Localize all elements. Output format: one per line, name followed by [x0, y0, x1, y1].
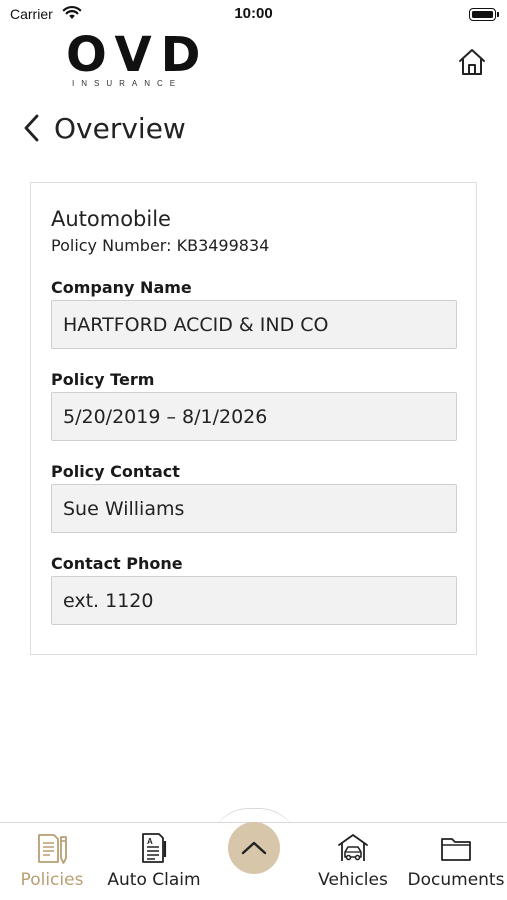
policy-contact-field: Sue Williams: [51, 484, 457, 533]
clock: 10:00: [234, 5, 273, 22]
contact-phone-label: Contact Phone: [51, 554, 183, 573]
home-button[interactable]: [455, 44, 489, 80]
svg-text:A: A: [147, 837, 153, 846]
battery-icon: [469, 8, 499, 21]
tab-auto-claim-label: Auto Claim: [107, 870, 201, 890]
status-bar: Carrier 10:00: [0, 0, 507, 28]
policy-document-icon: [35, 831, 69, 865]
tab-documents-label: Documents: [407, 870, 505, 890]
page-title: Overview: [54, 111, 186, 145]
home-icon: [459, 49, 485, 75]
policy-term-label: Policy Term: [51, 370, 155, 389]
policy-card: Automobile Policy Number: KB3499834 Comp…: [30, 182, 477, 655]
tab-vehicles-label: Vehicles: [318, 870, 388, 890]
claim-form-icon: A: [137, 831, 171, 865]
ovd-insurance-logo: OVD INSURANCE: [66, 30, 201, 88]
contact-phone-field: ext. 1120: [51, 576, 457, 625]
policy-number-label: Policy Number:: [51, 236, 172, 255]
company-name-field: HARTFORD ACCID & IND CO: [51, 300, 457, 349]
chevron-up-icon: [241, 841, 267, 855]
tab-policies-label: Policies: [20, 870, 84, 890]
tab-policies[interactable]: Policies: [14, 823, 90, 900]
tab-auto-claim[interactable]: A Auto Claim: [107, 823, 201, 900]
car-garage-icon: [336, 831, 370, 865]
tab-vehicles[interactable]: Vehicles: [314, 823, 392, 900]
policy-type: Automobile: [51, 207, 171, 231]
expand-menu-button[interactable]: [228, 822, 280, 874]
company-name-label: Company Name: [51, 278, 192, 297]
chevron-left-icon: [24, 114, 39, 142]
tab-documents[interactable]: Documents: [407, 823, 505, 900]
logo-subtitle: INSURANCE: [72, 79, 183, 88]
policy-number-value: KB3499834: [176, 236, 270, 255]
logo-wordmark: OVD: [66, 27, 210, 83]
policy-contact-label: Policy Contact: [51, 462, 180, 481]
folder-icon: [439, 831, 473, 865]
back-button[interactable]: Overview: [22, 108, 186, 148]
policy-term-field: 5/20/2019 – 8/1/2026: [51, 392, 457, 441]
policy-number-row: Policy Number: KB3499834: [51, 236, 269, 255]
